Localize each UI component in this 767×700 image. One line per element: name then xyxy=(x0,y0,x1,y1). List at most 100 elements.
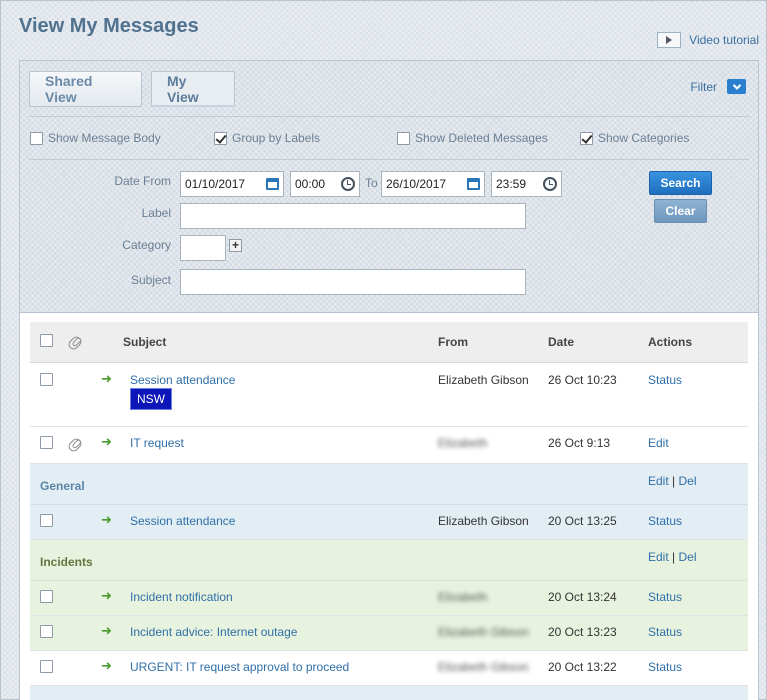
row-checkbox[interactable] xyxy=(40,660,53,673)
message-subject-link[interactable]: Session attendance xyxy=(130,373,235,387)
show-categories-checkbox[interactable] xyxy=(580,131,593,145)
show-message-body-label: Show Message Body xyxy=(48,131,161,145)
label-tag: NSW xyxy=(130,388,172,410)
message-subject-link[interactable]: Incident advice: Internet outage xyxy=(130,625,297,639)
play-icon[interactable] xyxy=(657,32,682,48)
show-deleted-label: Show Deleted Messages xyxy=(415,131,548,145)
video-tutorial-link[interactable]: Video tutorial xyxy=(657,32,759,48)
time-to-value[interactable]: 23:59 xyxy=(496,177,526,191)
date-from-label: Date From xyxy=(114,174,171,188)
filter-panel: Shared View My View Filter Show Message … xyxy=(19,60,759,313)
group-actions: Edit | Del xyxy=(648,474,697,488)
tab-shared-view[interactable]: Shared View xyxy=(29,71,142,107)
table-row[interactable]: ➜ IT request Elizabeth 26 Oct 9:13 Edit xyxy=(30,427,748,464)
show-deleted-option[interactable]: Show Deleted Messages xyxy=(397,131,548,145)
arrow-right-icon: ➜ xyxy=(101,658,112,673)
column-date[interactable]: Date xyxy=(548,335,574,349)
show-message-body-option[interactable]: Show Message Body xyxy=(30,131,161,145)
status-link[interactable]: Status xyxy=(648,373,682,387)
message-date: 20 Oct 13:25 xyxy=(548,514,617,528)
group-label: General xyxy=(40,479,85,493)
calendar-icon[interactable] xyxy=(467,178,480,190)
filter-toggle[interactable]: Filter xyxy=(690,79,746,94)
show-message-body-checkbox[interactable] xyxy=(30,131,43,145)
status-link[interactable]: Status xyxy=(648,625,682,639)
filter-label[interactable]: Filter xyxy=(690,80,717,94)
search-button[interactable]: Search xyxy=(649,171,712,195)
row-checkbox[interactable] xyxy=(40,514,53,527)
row-checkbox[interactable] xyxy=(40,625,53,638)
separator: | xyxy=(672,474,676,488)
group-delete-link[interactable]: Del xyxy=(679,550,697,564)
page-title: View My Messages xyxy=(19,15,199,37)
subject-input[interactable] xyxy=(180,269,526,295)
message-date: 26 Oct 9:13 xyxy=(548,436,611,450)
label-input[interactable] xyxy=(180,203,526,229)
column-from[interactable]: From xyxy=(438,335,468,349)
arrow-right-icon: ➜ xyxy=(101,371,112,386)
clear-button[interactable]: Clear xyxy=(654,199,707,223)
message-subject-link[interactable]: Incident notification xyxy=(130,590,233,604)
row-checkbox[interactable] xyxy=(40,373,53,386)
subject-label: Subject xyxy=(130,273,171,287)
calendar-icon[interactable] xyxy=(266,178,279,190)
message-from: Elizabeth Gibson xyxy=(438,660,529,674)
divider xyxy=(29,116,749,117)
time-from-value[interactable]: 00:00 xyxy=(295,177,325,191)
date-to-value[interactable]: 26/10/2017 xyxy=(386,177,446,191)
message-date: 20 Oct 13:22 xyxy=(548,660,617,674)
chevron-down-icon[interactable] xyxy=(727,79,746,94)
message-from: Elizabeth Gibson xyxy=(438,625,529,639)
status-link[interactable]: Status xyxy=(648,514,682,528)
date-from-input[interactable]: 01/10/2017 xyxy=(180,171,284,197)
message-subject-link[interactable]: URGENT: IT request approval to proceed xyxy=(130,660,349,674)
to-label: To xyxy=(365,176,378,190)
group-edit-link[interactable]: Edit xyxy=(648,550,669,564)
message-from: Elizabeth xyxy=(438,436,488,450)
select-all-checkbox[interactable] xyxy=(40,334,53,347)
group-header-general: General Edit | Del xyxy=(30,464,748,505)
edit-link[interactable]: Edit xyxy=(648,436,669,450)
status-link[interactable]: Status xyxy=(648,590,682,604)
group-delete-link[interactable]: Del xyxy=(679,474,697,488)
table-row[interactable]: ➜ Session attendance NSW Elizabeth Gibso… xyxy=(30,363,748,427)
show-categories-label: Show Categories xyxy=(598,131,690,145)
show-deleted-checkbox[interactable] xyxy=(397,131,410,145)
time-from-input[interactable]: 00:00 xyxy=(290,171,360,197)
group-by-labels-label: Group by Labels xyxy=(232,131,321,145)
show-categories-option[interactable]: Show Categories xyxy=(580,131,689,145)
column-subject[interactable]: Subject xyxy=(123,335,166,349)
group-edit-link[interactable]: Edit xyxy=(648,474,669,488)
table-row[interactable]: ➜ URGENT: IT request approval to proceed… xyxy=(30,651,748,686)
time-to-input[interactable]: 23:59 xyxy=(491,171,562,197)
message-from: Elizabeth Gibson xyxy=(438,373,529,387)
message-date: 20 Oct 13:24 xyxy=(548,590,617,604)
date-from-value[interactable]: 01/10/2017 xyxy=(185,177,245,191)
category-input[interactable] xyxy=(180,235,226,261)
group-by-labels-checkbox[interactable] xyxy=(214,131,227,145)
message-subject-link[interactable]: IT request xyxy=(130,436,184,450)
date-to-input[interactable]: 26/10/2017 xyxy=(381,171,485,197)
separator: | xyxy=(672,550,676,564)
table-row[interactable]: ➜ Incident notification Elizabeth 20 Oct… xyxy=(30,581,748,616)
add-category-button[interactable]: + xyxy=(229,239,242,252)
group-by-labels-option[interactable]: Group by Labels xyxy=(214,131,320,145)
clock-icon[interactable] xyxy=(341,177,355,191)
message-date: 20 Oct 13:23 xyxy=(548,625,617,639)
table-header: Subject From Date Actions xyxy=(30,322,748,363)
video-tutorial-label[interactable]: Video tutorial xyxy=(689,33,759,47)
table-row[interactable]: ➜ Session attendance Elizabeth Gibson 20… xyxy=(30,505,748,540)
message-from: Elizabeth Gibson xyxy=(438,514,529,528)
message-subject-link[interactable]: Session attendance xyxy=(130,514,235,528)
paperclip-icon xyxy=(66,334,84,352)
row-checkbox[interactable] xyxy=(40,436,53,449)
tab-my-view[interactable]: My View xyxy=(151,71,235,107)
clock-icon[interactable] xyxy=(543,177,557,191)
table-row[interactable]: ➜ Incident advice: Internet outage Eliza… xyxy=(30,616,748,651)
label-field-label: Label xyxy=(141,206,171,220)
row-checkbox[interactable] xyxy=(40,590,53,603)
status-link[interactable]: Status xyxy=(648,660,682,674)
arrow-right-icon: ➜ xyxy=(101,623,112,638)
paperclip-icon xyxy=(66,436,84,454)
column-actions: Actions xyxy=(648,335,693,349)
